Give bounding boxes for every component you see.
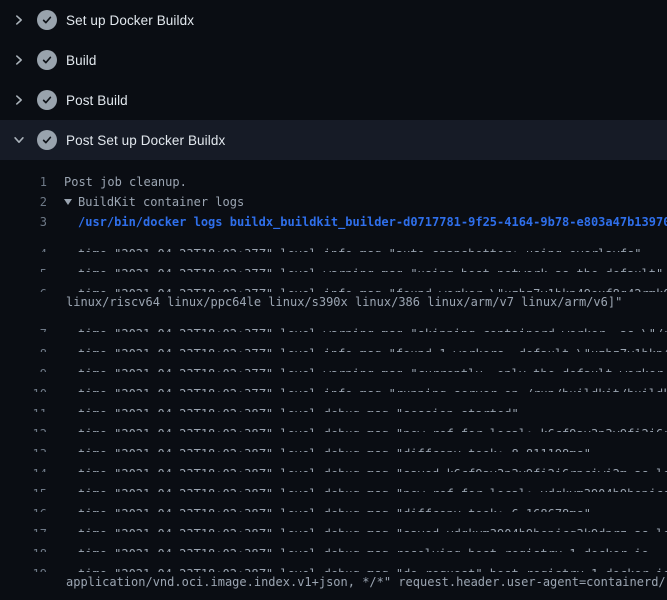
log-line-text: application/vnd.oci.image.index.v1+json,… — [47, 572, 667, 592]
log-line-number[interactable]: 8 — [0, 344, 47, 352]
log-line: 2BuildKit container logs — [0, 192, 667, 212]
log-line-number[interactable]: 14 — [0, 464, 47, 472]
actions-log-viewer: Set up Docker Buildx Build Post Build — [0, 0, 667, 600]
log-line: 19time="2021-04-23T18:02:38Z" level=debu… — [0, 552, 667, 572]
step-label: Post Build — [66, 93, 128, 108]
log-line-number[interactable]: 4 — [0, 244, 47, 252]
log-line: 18time="2021-04-23T18:02:38Z" level=debu… — [0, 532, 667, 552]
log-line-text: time="2021-04-23T18:02:37Z" level=info m… — [47, 344, 667, 352]
log-line: 12time="2021-04-23T18:02:38Z" level=debu… — [0, 412, 667, 432]
log-line: 14time="2021-04-23T18:02:38Z" level=debu… — [0, 452, 667, 472]
log-line: 11time="2021-04-23T18:02:38Z" level=debu… — [0, 392, 667, 412]
group-expanded-triangle-icon[interactable] — [64, 199, 72, 205]
log-line-number[interactable]: 10 — [0, 384, 47, 392]
log-line: 9time="2021-04-23T18:02:37Z" level=warni… — [0, 352, 667, 372]
log-line-text: time="2021-04-23T18:02:38Z" level=debug … — [47, 544, 649, 552]
log-line-number[interactable]: 3 — [0, 212, 47, 232]
log-line-number[interactable]: 6 — [0, 284, 47, 292]
log-line-text: time="2021-04-23T18:02:37Z" level=warnin… — [47, 264, 663, 272]
log-line-text: Post job cleanup. — [47, 172, 187, 192]
log-line-number[interactable]: 16 — [0, 504, 47, 512]
chevron-down-icon — [12, 133, 26, 147]
log-line-number[interactable]: 2 — [0, 192, 47, 212]
log-line-number[interactable]: 13 — [0, 444, 47, 452]
log-line: 7time="2021-04-23T18:02:37Z" level=warni… — [0, 312, 667, 332]
log-line-number[interactable]: 12 — [0, 424, 47, 432]
log-line-number[interactable]: 7 — [0, 324, 47, 332]
log-line-text: time="2021-04-23T18:02:38Z" level=debug … — [47, 564, 667, 572]
log-line-text: time="2021-04-23T18:02:37Z" level=info m… — [47, 244, 642, 252]
log-line-text: time="2021-04-23T18:02:38Z" level=debug … — [47, 444, 591, 452]
log-line: 4time="2021-04-23T18:02:37Z" level=info … — [0, 232, 667, 252]
step-label: Set up Docker Buildx — [66, 13, 194, 28]
log-line: 3/usr/bin/docker logs buildx_buildkit_bu… — [0, 212, 667, 232]
log-line-number[interactable]: 15 — [0, 484, 47, 492]
step-header-post-set-up-docker-buildx[interactable]: Post Set up Docker Buildx — [0, 120, 667, 160]
log-line-text: BuildKit container logs — [47, 192, 244, 212]
chevron-right-icon — [12, 53, 26, 67]
log-command-text: /usr/bin/docker logs buildx_buildkit_bui… — [47, 212, 667, 232]
check-circle-icon — [37, 130, 57, 150]
log-line: linux/riscv64 linux/ppc64le linux/s390x … — [0, 292, 667, 312]
log-line-text: time="2021-04-23T18:02:37Z" level=info m… — [47, 284, 667, 292]
log-line: 10time="2021-04-23T18:02:37Z" level=info… — [0, 372, 667, 392]
step-label: Post Set up Docker Buildx — [66, 133, 225, 148]
log-line-number[interactable]: 17 — [0, 524, 47, 532]
log-line-number — [0, 292, 47, 312]
log-line-number — [0, 572, 47, 592]
log-line-text: linux/riscv64 linux/ppc64le linux/s390x … — [47, 292, 622, 312]
log-line-text: time="2021-04-23T18:02:38Z" level=debug … — [47, 484, 667, 492]
log-line: 20time="2021-04-23T18:02:38Z" level=debu… — [0, 592, 667, 600]
log-line-number[interactable]: 1 — [0, 172, 47, 192]
log-line: 8time="2021-04-23T18:02:37Z" level=info … — [0, 332, 667, 352]
log-line: 17time="2021-04-23T18:02:38Z" level=debu… — [0, 512, 667, 532]
log-line: 6time="2021-04-23T18:02:37Z" level=info … — [0, 272, 667, 292]
log-line-number[interactable]: 9 — [0, 364, 47, 372]
step-header-set-up-docker-buildx[interactable]: Set up Docker Buildx — [0, 0, 667, 40]
log-area: 1Post job cleanup.2BuildKit container lo… — [0, 160, 667, 600]
log-line-text: time="2021-04-23T18:02:38Z" level=debug … — [47, 504, 591, 512]
log-line: 5time="2021-04-23T18:02:37Z" level=warni… — [0, 252, 667, 272]
log-line-text: time="2021-04-23T18:02:37Z" level=warnin… — [47, 364, 667, 372]
step-header-build[interactable]: Build — [0, 40, 667, 80]
log-line: 16time="2021-04-23T18:02:38Z" level=debu… — [0, 492, 667, 512]
log-line-text: time="2021-04-23T18:02:38Z" level=debug … — [47, 464, 667, 472]
step-list: Set up Docker Buildx Build Post Build — [0, 0, 667, 160]
log-line: 15time="2021-04-23T18:02:38Z" level=debu… — [0, 472, 667, 492]
log-line-text: time="2021-04-23T18:02:37Z" level=info m… — [47, 384, 667, 392]
chevron-right-icon — [12, 93, 26, 107]
log-line-text: time="2021-04-23T18:02:38Z" level=debug … — [47, 404, 519, 412]
log-line: 13time="2021-04-23T18:02:38Z" level=debu… — [0, 432, 667, 452]
log-line-text: time="2021-04-23T18:02:38Z" level=debug … — [47, 424, 667, 432]
step-label: Build — [66, 53, 97, 68]
step-header-post-build[interactable]: Post Build — [0, 80, 667, 120]
log-line-number[interactable]: 18 — [0, 544, 47, 552]
log-line-text: time="2021-04-23T18:02:37Z" level=warnin… — [47, 324, 667, 332]
check-circle-icon — [37, 10, 57, 30]
log-line-text: time="2021-04-23T18:02:38Z" level=debug … — [47, 524, 667, 532]
check-circle-icon — [37, 90, 57, 110]
log-line-number[interactable]: 19 — [0, 564, 47, 572]
log-line: 1Post job cleanup. — [0, 172, 667, 192]
check-circle-icon — [37, 50, 57, 70]
log-line: application/vnd.oci.image.index.v1+json,… — [0, 572, 667, 592]
chevron-right-icon — [12, 13, 26, 27]
log-line-number[interactable]: 5 — [0, 264, 47, 272]
log-line-number[interactable]: 11 — [0, 404, 47, 412]
